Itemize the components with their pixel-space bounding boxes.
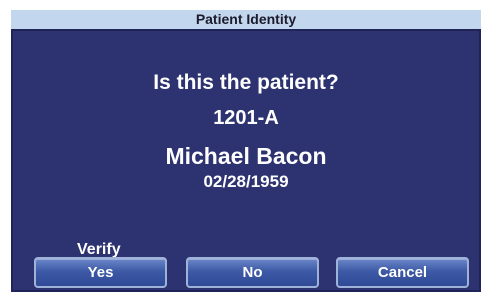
- yes-button[interactable]: Yes: [34, 257, 167, 288]
- cancel-button[interactable]: Cancel: [336, 257, 469, 288]
- dialog-title: Patient Identity: [11, 10, 481, 29]
- verification-question: Is this the patient?: [153, 71, 339, 94]
- patient-date-of-birth: 02/28/1959: [203, 172, 289, 191]
- patient-identity-dialog: Patient Identity Is this the patient? 12…: [11, 10, 481, 292]
- no-button[interactable]: No: [186, 257, 319, 288]
- patient-id: 1201-A: [213, 107, 279, 129]
- dialog-content: Is this the patient? 1201-A Michael Baco…: [11, 29, 481, 292]
- patient-name: Michael Bacon: [165, 143, 327, 169]
